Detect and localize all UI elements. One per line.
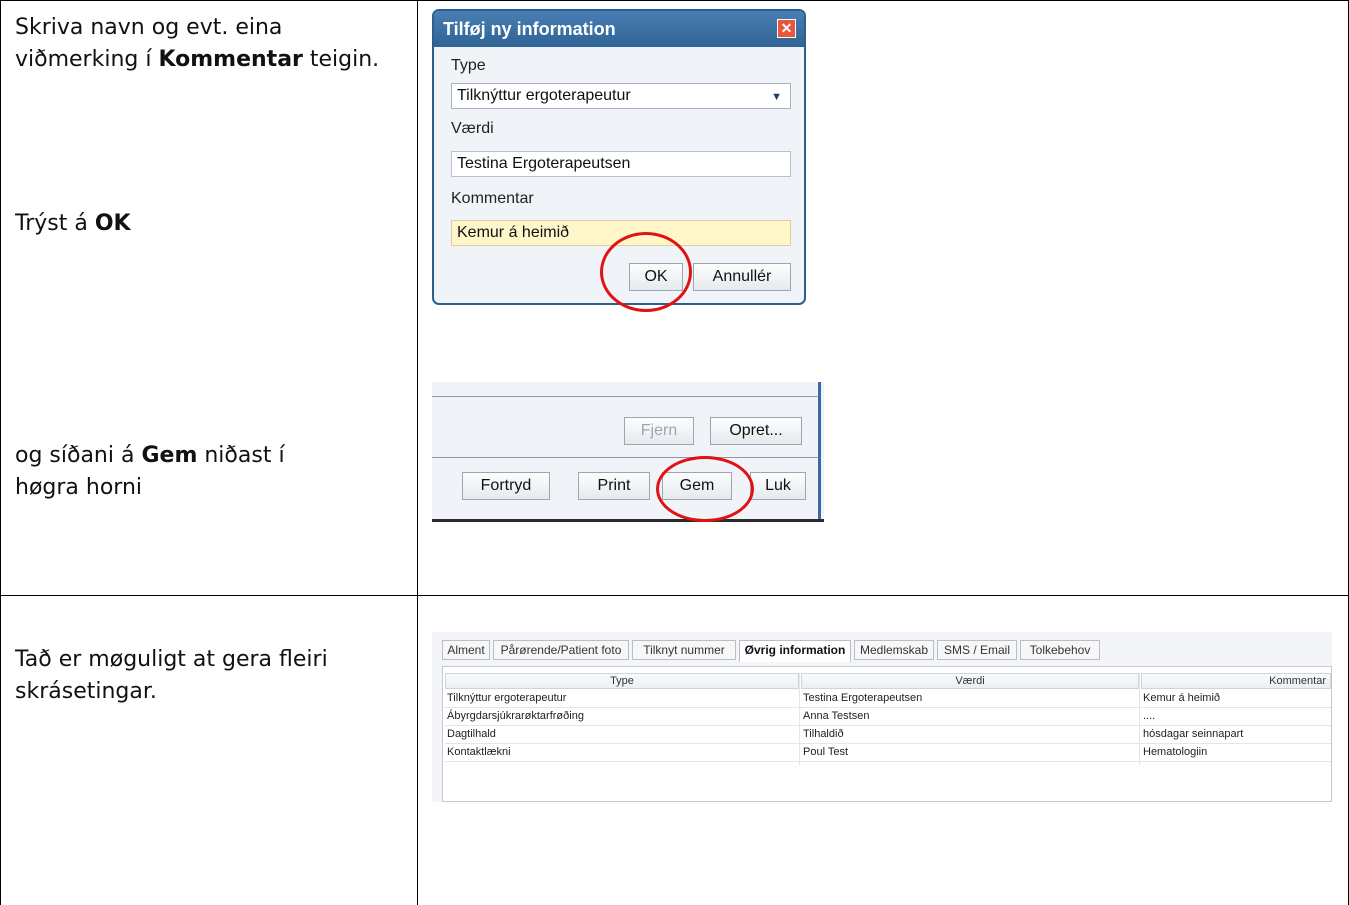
tab-ovrig-information[interactable]: Øvrig information <box>739 640 851 662</box>
type-label: Type <box>451 57 486 74</box>
dialog-titlebar: Tilføj ny information ✕ <box>434 11 804 47</box>
cancel-button[interactable]: Annullér <box>693 263 791 291</box>
table-cell[interactable]: Poul Test <box>803 744 848 760</box>
tab-tilknyt-nummer[interactable]: Tilknyt nummer <box>632 640 736 660</box>
step2-text: Trýst á <box>15 211 95 236</box>
patient-info-panel: Alment Pårørende/Patient foto Tilknyt nu… <box>432 632 1332 802</box>
step2-bold: OK <box>94 211 131 236</box>
table-cell[interactable]: Ábyrgdarsjúkrarøktarfrøðing <box>447 708 584 724</box>
panel-separator <box>432 396 818 397</box>
step3-bold: Gem <box>141 443 198 468</box>
step1-text-end: teigin. <box>302 47 380 72</box>
value-label: Værdi <box>451 120 494 137</box>
fragment-bottom-edge <box>432 519 824 522</box>
close-icon[interactable]: ✕ <box>777 19 796 38</box>
toolbar-fragment: Fjern Opret... Fortryd Print Gem Luk <box>432 382 824 522</box>
instruction-step-3: og síðani á Gem niðast í høgra horni <box>15 440 345 504</box>
undo-button[interactable]: Fortryd <box>462 472 550 500</box>
row-separator <box>445 761 1331 762</box>
tab-medlemskab[interactable]: Medlemskab <box>854 640 934 660</box>
create-button[interactable]: Opret... <box>710 417 802 445</box>
column-separator <box>799 673 800 765</box>
column-separator <box>1139 673 1140 765</box>
remove-button[interactable]: Fjern <box>624 417 694 445</box>
tab-alment[interactable]: Alment <box>442 640 490 660</box>
table-divider-vertical <box>417 0 418 905</box>
highlight-circle-ok <box>600 232 692 312</box>
table-cell[interactable]: Kontaktlækni <box>447 744 511 760</box>
close-button[interactable]: Luk <box>750 472 806 500</box>
table-cell[interactable]: hósdagar seinnapart <box>1143 726 1243 742</box>
table-cell[interactable]: Anna Testsen <box>803 708 869 724</box>
table-cell[interactable]: Dagtilhald <box>447 726 496 742</box>
info-table: Type Værdi Kommentar Tilknýttur ergotera… <box>442 666 1332 802</box>
table-cell[interactable]: Testina Ergoterapeutsen <box>803 690 922 706</box>
table-border-top <box>0 0 1349 1</box>
tab-tolkebehov[interactable]: Tolkebehov <box>1020 640 1100 660</box>
table-border-left <box>0 0 1 905</box>
tab-paarorende[interactable]: Pårørende/Patient foto <box>493 640 629 660</box>
step3-text: og síðani á <box>15 443 142 468</box>
instruction-step-2: Trýst á OK <box>15 208 405 240</box>
instruction-row2: Tað er møguligt at gera fleiri skrásetin… <box>15 647 328 704</box>
tab-sms-email[interactable]: SMS / Email <box>937 640 1017 660</box>
dropdown-arrow-icon: ▼ <box>771 91 782 103</box>
table-cell[interactable]: Kemur á heimið <box>1143 690 1220 706</box>
value-input[interactable]: Testina Ergoterapeutsen <box>451 151 791 177</box>
column-header-comment[interactable]: Kommentar <box>1141 673 1331 689</box>
table-cell[interactable]: Hematologiin <box>1143 744 1207 760</box>
panel-edge <box>818 382 821 522</box>
column-header-type[interactable]: Type <box>445 673 799 689</box>
highlight-circle-save <box>656 456 754 522</box>
type-select[interactable]: Tilknýttur ergoterapeutur ▼ <box>451 83 791 109</box>
table-cell[interactable]: .... <box>1143 708 1155 724</box>
table-cell[interactable]: Tilknýttur ergoterapeutur <box>447 690 566 706</box>
table-divider-horizontal <box>0 595 1349 596</box>
type-value: Tilknýttur ergoterapeutur <box>457 87 631 104</box>
table-cell[interactable]: Tilhaldið <box>803 726 844 742</box>
instruction-step-1: Skriva navn og evt. eina viðmerking í Ko… <box>15 12 405 76</box>
comment-label: Kommentar <box>451 190 534 207</box>
step1-bold: Kommentar <box>158 47 303 72</box>
print-button[interactable]: Print <box>578 472 650 500</box>
column-header-value[interactable]: Værdi <box>801 673 1139 689</box>
panel-separator-2 <box>432 457 818 458</box>
dialog-title: Tilføj ny information <box>443 19 616 39</box>
